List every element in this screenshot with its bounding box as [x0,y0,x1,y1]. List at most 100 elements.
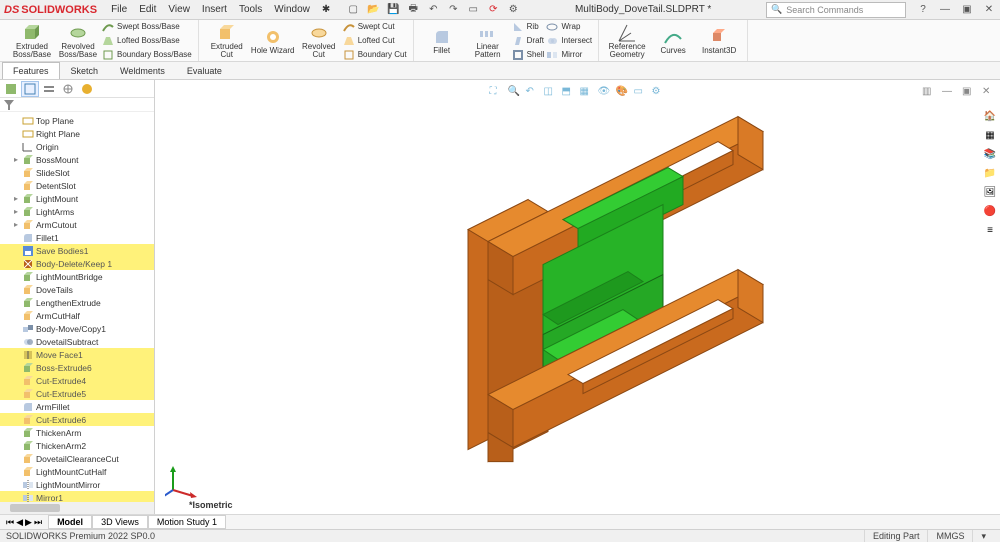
tree-expand-icon[interactable]: ▸ [14,220,22,229]
status-custom-icon[interactable]: ▾ [972,530,994,542]
tab-nav-next-icon[interactable]: ▶ [25,517,32,528]
tab-nav-first-icon[interactable]: ⏮ [6,517,14,528]
shell-button[interactable]: Shell [512,48,545,61]
tree-node-thickenarm2[interactable]: ThickenArm2 [0,439,154,452]
tree-node-armcuthalf[interactable]: ArmCutHalf [0,309,154,322]
tab-nav-prev-icon[interactable]: ◀ [16,517,23,528]
search-commands-input[interactable]: 🔍 Search Commands [766,2,906,18]
graphics-area[interactable]: ⛶ 🔍 ↶ ◫ ⬒ ▦ 👁 🎨 ▭ ⚙ ▥ — ▣ ✕ 🏠 ▦ 📚 📁 🖼 🔴 … [155,80,1000,514]
tab-nav-last-icon[interactable]: ⏭ [34,517,42,528]
tree-node-body-move-copy1[interactable]: Body-Move/Copy1 [0,322,154,335]
menu-more-icon[interactable]: ✱ [316,4,336,15]
hide-show-icon[interactable]: 👁 [598,86,612,100]
menu-tools[interactable]: Tools [233,4,268,15]
open-icon[interactable]: 📂 [366,3,380,17]
boundary-cut-button[interactable]: Boundary Cut [343,48,407,61]
tree-node-top-plane[interactable]: Top Plane [0,114,154,127]
view-tab-model[interactable]: Model [48,515,92,529]
view-tab-motion-study[interactable]: Motion Study 1 [148,515,226,529]
rib-button[interactable]: Rib [512,20,545,33]
instant3d-button[interactable]: Instant3D [697,20,741,61]
minimize-icon[interactable]: — [938,3,952,17]
menu-file[interactable]: File [105,4,133,15]
tree-node-bossmount[interactable]: ▸BossMount [0,153,154,166]
tree-tab-dimxpert[interactable] [59,81,77,97]
section-view-icon[interactable]: ◫ [544,86,558,100]
feature-tree[interactable]: Top PlaneRight PlaneOrigin▸BossMountSlid… [0,112,154,502]
tree-filter-row[interactable] [0,98,154,112]
rebuild-icon[interactable]: ⟳ [486,3,500,17]
gfx-minimize-icon[interactable]: — [942,86,956,100]
gfx-split-icon[interactable]: ▥ [922,86,936,100]
menu-window[interactable]: Window [268,4,316,15]
tree-node-dovetails[interactable]: DoveTails [0,283,154,296]
gfx-restore-icon[interactable]: ▣ [962,86,976,100]
view-tab-3dviews[interactable]: 3D Views [92,515,148,529]
zoom-area-icon[interactable]: 🔍 [508,86,522,100]
tree-node-move-face1[interactable]: Move Face1 [0,348,154,361]
tree-tab-display[interactable] [78,81,96,97]
tab-features[interactable]: Features [2,62,60,79]
tree-node-right-plane[interactable]: Right Plane [0,127,154,140]
lofted-cut-button[interactable]: Lofted Cut [343,34,407,47]
tree-node-armcutout[interactable]: ▸ArmCutout [0,218,154,231]
tree-node-lightmountcuthalf[interactable]: LightMountCutHalf [0,465,154,478]
new-icon[interactable]: ▢ [346,3,360,17]
view-orientation-icon[interactable]: ⬒ [562,86,576,100]
extruded-cut-button[interactable]: Extruded Cut [205,20,249,61]
undo-icon[interactable]: ↶ [426,3,440,17]
tree-expand-icon[interactable]: ▸ [14,207,22,216]
extruded-boss-button[interactable]: Extruded Boss/Base [10,20,54,61]
apply-scene-icon[interactable]: ▭ [634,86,648,100]
taskpane-file-explorer-icon[interactable]: 📁 [982,165,998,181]
tree-node-cut-extrude4[interactable]: Cut-Extrude4 [0,374,154,387]
tree-node-lightarms[interactable]: ▸LightArms [0,205,154,218]
display-style-icon[interactable]: ▦ [580,86,594,100]
tree-node-armfillet[interactable]: ArmFillet [0,400,154,413]
curves-button[interactable]: Curves [651,20,695,61]
previous-view-icon[interactable]: ↶ [526,86,540,100]
status-units[interactable]: MMGS [927,530,972,542]
tree-node-fillet1[interactable]: Fillet1 [0,231,154,244]
linear-pattern-button[interactable]: Linear Pattern [466,20,510,61]
boundary-boss-button[interactable]: Boundary Boss/Base [102,48,192,61]
reference-geometry-button[interactable]: Reference Geometry [605,20,649,61]
tree-node-slideslot[interactable]: SlideSlot [0,166,154,179]
tab-sketch[interactable]: Sketch [60,62,110,79]
menu-insert[interactable]: Insert [196,4,233,15]
mirror-button[interactable]: Mirror [546,48,592,61]
tree-node-boss-extrude6[interactable]: Boss-Extrude6 [0,361,154,374]
lofted-boss-button[interactable]: Lofted Boss/Base [102,34,192,47]
taskpane-resources-icon[interactable]: ▦ [982,127,998,143]
tree-node-save-bodies1[interactable]: Save Bodies1 [0,244,154,257]
print-icon[interactable]: 🖶 [406,3,420,17]
revolved-cut-button[interactable]: Revolved Cut [297,20,341,61]
tree-node-origin[interactable]: Origin [0,140,154,153]
tree-node-dovetailclearancecut[interactable]: DovetailClearanceCut [0,452,154,465]
save-icon[interactable]: 💾 [386,3,400,17]
tree-node-lightmount[interactable]: ▸LightMount [0,192,154,205]
tab-weldments[interactable]: Weldments [109,62,176,79]
help-icon[interactable]: ? [916,3,930,17]
menu-view[interactable]: View [162,4,196,15]
tree-tab-featuremanager[interactable] [2,81,20,97]
tree-horizontal-scrollbar[interactable] [0,502,154,514]
tree-node-mirror1[interactable]: Mirror1 [0,491,154,502]
tree-expand-icon[interactable]: ▸ [14,194,22,203]
gfx-close-icon[interactable]: ✕ [982,86,996,100]
hole-wizard-button[interactable]: Hole Wizard [251,20,295,61]
tree-node-detentslot[interactable]: DetentSlot [0,179,154,192]
tree-node-cut-extrude5[interactable]: Cut-Extrude5 [0,387,154,400]
taskpane-custom-props-icon[interactable]: ≡ [982,222,998,238]
view-settings-icon[interactable]: ⚙ [652,86,666,100]
close-icon[interactable]: ✕ [982,3,996,17]
tree-node-body-delete-keep-1[interactable]: Body-Delete/Keep 1 [0,257,154,270]
edit-appearance-icon[interactable]: 🎨 [616,86,630,100]
taskpane-design-library-icon[interactable]: 📚 [982,146,998,162]
tree-node-lengthenextrude[interactable]: LengthenExtrude [0,296,154,309]
tree-tab-propertymanager[interactable] [21,81,39,97]
taskpane-home-icon[interactable]: 🏠 [982,108,998,124]
tree-node-thickenarm[interactable]: ThickenArm [0,426,154,439]
taskpane-view-palette-icon[interactable]: 🖼 [982,184,998,200]
tree-node-dovetailsubtract[interactable]: DovetailSubtract [0,335,154,348]
